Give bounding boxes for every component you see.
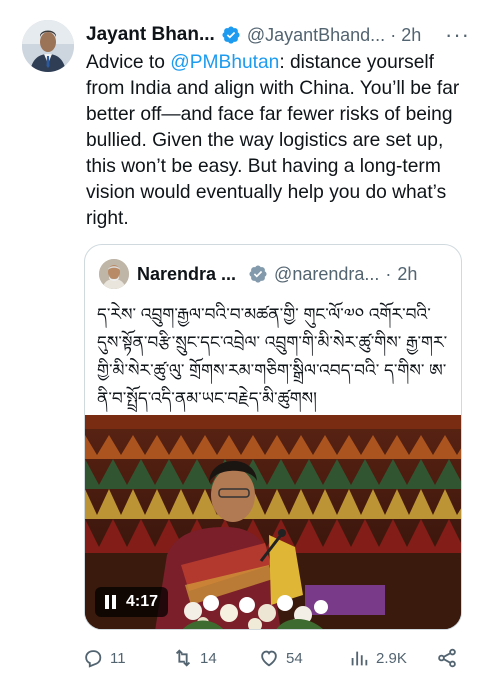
author-name[interactable]: Jayant Bhan...	[86, 24, 215, 46]
reply-button[interactable]: 11	[82, 644, 126, 672]
tweet-text-rest: : distance yourself from India and align…	[86, 52, 460, 229]
like-icon	[261, 650, 277, 667]
repost-count: 14	[200, 649, 217, 667]
share-icon	[438, 648, 456, 668]
author-handle[interactable]: @JayantBhand...	[247, 25, 385, 46]
tweet-header: Jayant Bhan... @JayantBhand... · 2h ···	[86, 22, 470, 48]
tweet: Jayant Bhan... @JayantBhand... · 2h ··· …	[0, 0, 482, 680]
views-button[interactable]: 2.9K	[348, 644, 407, 672]
quoted-tweet-time[interactable]: 2h	[397, 264, 417, 285]
quoted-author-handle[interactable]: @narendra...	[274, 264, 379, 285]
verified-badge-icon	[249, 265, 267, 283]
tweet-text: Advice to @PMBhutan: distance yourself f…	[86, 50, 470, 232]
separator-dot: ·	[385, 263, 392, 284]
pause-icon[interactable]	[105, 595, 116, 609]
repost-button[interactable]: 14	[172, 644, 217, 672]
quoted-tweet-header: Narendra ... @narendra... · 2h	[99, 259, 449, 289]
reply-count: 11	[110, 649, 126, 667]
repost-icon	[175, 649, 191, 667]
video-controls[interactable]: 4:17	[95, 587, 169, 617]
quoted-author-name[interactable]: Narendra ...	[137, 264, 236, 285]
tweet-time[interactable]: 2h	[401, 25, 421, 46]
quoted-tweet[interactable]: Narendra ... @narendra... · 2h ད་རེས་ འབ…	[84, 244, 462, 630]
like-count: 54	[286, 649, 303, 667]
action-bar: 11 14 54 2.9K	[82, 644, 462, 672]
mention-link[interactable]: @PMBhutan	[170, 52, 279, 73]
video-duration: 4:17	[126, 593, 159, 610]
more-icon[interactable]: ···	[445, 24, 470, 46]
verified-badge-icon	[222, 26, 240, 44]
share-button[interactable]	[436, 644, 464, 672]
like-button[interactable]: 54	[258, 644, 303, 672]
reply-icon	[85, 650, 102, 668]
tweet-text-start: Advice to	[86, 52, 171, 73]
quoted-tweet-text: ད་རེས་ འབྲུག་རྒྱལ་བའི་བ་མཚན་གྱི་ གུང་ལོ་…	[97, 305, 448, 408]
view-count: 2.9K	[376, 649, 407, 667]
author-avatar[interactable]	[22, 20, 74, 72]
views-icon	[351, 651, 368, 666]
quoted-author-avatar[interactable]	[99, 259, 129, 289]
separator-dot: ·	[390, 24, 397, 45]
